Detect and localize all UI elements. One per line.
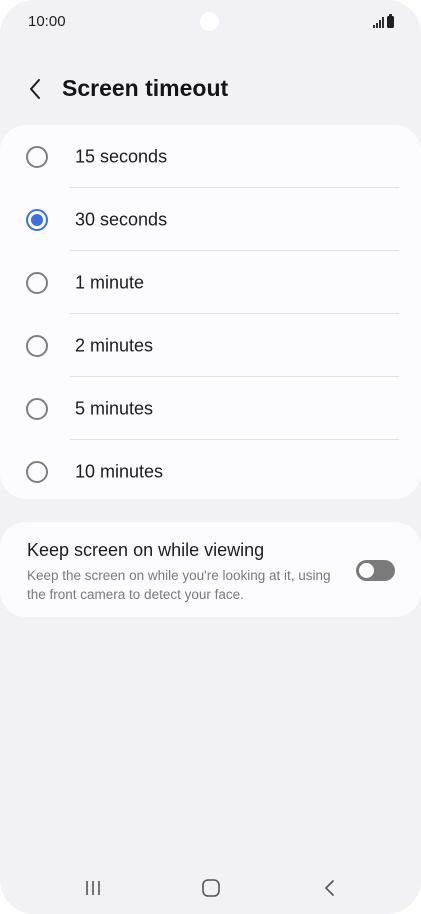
radio-button[interactable] <box>26 145 48 168</box>
phone-screen: 10:00 Screen timeout 15 seconds 30 secon… <box>0 0 421 914</box>
page-title: Screen timeout <box>62 75 229 101</box>
recent-apps-icon <box>86 881 100 895</box>
timeout-option-15-seconds[interactable]: 15 seconds <box>0 125 421 188</box>
status-icons <box>373 14 394 28</box>
option-label: 10 minutes <box>75 461 164 481</box>
radio-button[interactable] <box>26 334 48 357</box>
home-icon <box>202 879 220 897</box>
back-button[interactable] <box>20 74 50 104</box>
timeout-option-1-minute[interactable]: 1 minute <box>0 251 421 314</box>
keep-screen-on-title: Keep screen on while viewing <box>27 540 265 560</box>
timeout-option-10-minutes[interactable]: 10 minutes <box>0 440 421 503</box>
radio-button[interactable] <box>26 460 48 483</box>
option-label: 1 minute <box>75 272 145 292</box>
nav-back-button[interactable] <box>307 868 351 908</box>
keep-screen-on-toggle[interactable] <box>356 560 395 581</box>
navigation-bar <box>0 868 421 908</box>
toggle-knob <box>359 563 374 578</box>
timeout-option-30-seconds[interactable]: 30 seconds <box>0 188 421 251</box>
option-label: 15 seconds <box>75 146 168 166</box>
chevron-left-icon <box>30 79 40 99</box>
radio-button-selected[interactable] <box>26 208 48 231</box>
timeout-option-2-minutes[interactable]: 2 minutes <box>0 314 421 377</box>
battery-icon <box>387 14 394 28</box>
option-label: 2 minutes <box>75 335 154 355</box>
home-button[interactable] <box>189 868 233 908</box>
radio-button[interactable] <box>26 271 48 294</box>
back-icon <box>325 880 334 896</box>
radio-button[interactable] <box>26 397 48 420</box>
timeout-option-5-minutes[interactable]: 5 minutes <box>0 377 421 440</box>
keep-screen-on-description: Keep the screen on while you're looking … <box>27 568 331 602</box>
header: Screen timeout <box>0 66 421 112</box>
option-label: 5 minutes <box>75 398 154 418</box>
timeout-options-card: 15 seconds 30 seconds 1 minute 2 minutes… <box>0 125 421 499</box>
signal-icon <box>373 16 384 28</box>
front-camera-icon <box>200 12 219 31</box>
recent-apps-button[interactable] <box>71 868 115 908</box>
status-bar: 10:00 <box>0 0 421 44</box>
option-label: 30 seconds <box>75 209 168 229</box>
status-time: 10:00 <box>28 13 66 30</box>
